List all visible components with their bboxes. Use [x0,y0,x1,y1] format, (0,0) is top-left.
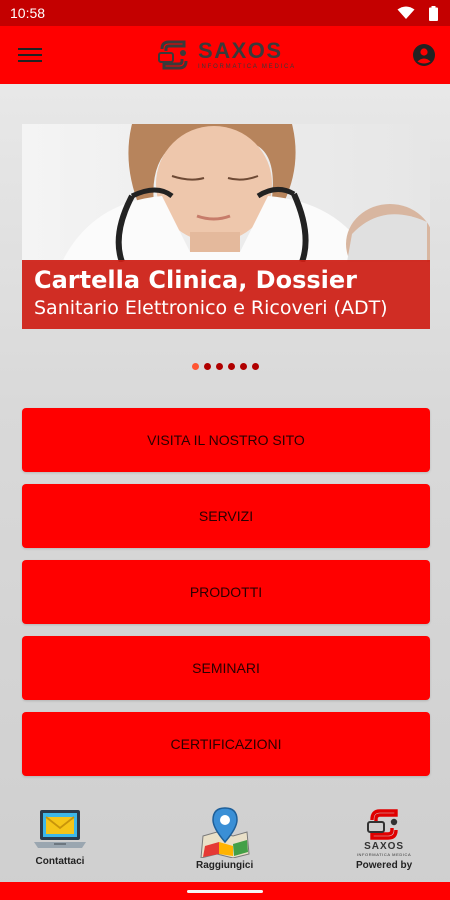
saxos-logo-icon [158,40,188,70]
hamburger-menu-icon[interactable] [18,43,42,67]
laptop-mail-icon [34,810,86,848]
brand-name: SAXOS [198,38,283,63]
banner-title: Cartella Clinica, Dossier [34,266,357,294]
status-time: 10:58 [10,5,46,21]
carousel-dot[interactable] [203,363,211,370]
carousel-dot[interactable] [191,363,199,370]
banner-subtitle: Sanitario Elettronico e Ricoveri (ADT) [34,297,388,319]
contact-button[interactable]: Contattaci [32,806,88,867]
seminars-button[interactable]: SEMINARI [22,636,430,700]
carousel-dot[interactable] [239,363,247,370]
certifications-button[interactable]: CERTIFICAZIONI [22,712,430,776]
reach-us-label: Raggiungici [196,860,254,871]
battery-icon [429,5,438,21]
brand-tagline: INFORMATICA MEDICA [198,64,296,70]
carousel-dot[interactable] [227,363,235,370]
powered-logo-name: SAXOS [364,841,405,852]
contact-label: Contattaci [35,856,85,867]
banner-caption: Cartella Clinica, Dossier Sanitario Elet… [22,260,430,329]
carousel-indicator [0,363,450,370]
banner-photo [22,124,430,262]
visit-site-button[interactable]: VISITA IL NOSTRO SITO [22,408,430,472]
account-icon[interactable] [410,41,438,69]
map-pin-icon [200,807,250,858]
powered-logo-tagline: INFORMATICA MEDICA [356,852,412,857]
reach-us-button[interactable]: Raggiungici [196,806,253,871]
powered-by-button[interactable]: SAXOS INFORMATICA MEDICA Powered by [356,806,412,871]
brand-logo: SAXOS INFORMATICA MEDICA [156,39,296,71]
status-bar: 10:58 [0,0,450,26]
carousel-dot[interactable] [215,363,223,370]
banner-carousel[interactable]: Cartella Clinica, Dossier Sanitario Elet… [22,124,430,329]
main-menu: VISITA IL NOSTRO SITO SERVIZI PRODOTTI S… [22,408,430,788]
carousel-dot[interactable] [251,363,259,370]
services-button[interactable]: SERVIZI [22,484,430,548]
products-button[interactable]: PRODOTTI [22,560,430,624]
bottom-shortcuts: Contattaci Raggiungici SAXOS INFORMATICA… [0,806,450,882]
app-bar: SAXOS INFORMATICA MEDICA [0,26,450,84]
saxos-logo-icon [367,809,398,840]
wifi-icon [397,6,415,19]
powered-by-label: Powered by [356,860,413,871]
system-navigation-bar [0,882,450,900]
status-icons [397,5,438,21]
home-gesture-handle[interactable] [187,890,263,893]
